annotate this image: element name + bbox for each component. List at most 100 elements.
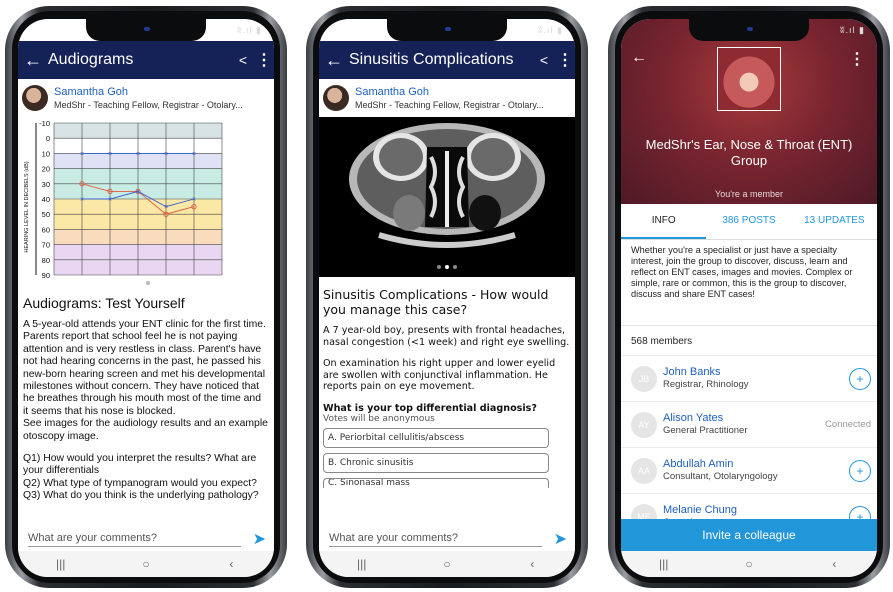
- phone-audiograms: ʬ.ıl ▮ ← Audiograms < ⋮ Samantha Goh Med…: [5, 6, 287, 588]
- avatar[interactable]: [22, 85, 48, 111]
- group-header: ← ⋮ MedShr's Ear, Nose & Throat (ENT) Gr…: [621, 19, 877, 204]
- question-3: Q3) What do you think is the underlying …: [23, 490, 259, 502]
- back-icon[interactable]: ‹: [814, 557, 854, 571]
- post-paragraph: A 5-year-old attends your ENT clinic for…: [23, 319, 266, 417]
- member-name[interactable]: Abdullah Amin: [663, 458, 849, 471]
- app-bar: ← Sinusitis Complications < ⋮: [319, 41, 575, 79]
- connected-label: Connected: [825, 419, 871, 430]
- tick-label: 20: [42, 165, 50, 174]
- member-list: JB John Banks Registrar, Rhinology + AY A…: [621, 355, 877, 539]
- member-name[interactable]: Alison Yates: [663, 412, 825, 425]
- post-content: Audiograms: Test Yourself A 5-year-old a…: [18, 291, 274, 527]
- more-menu-icon[interactable]: ⋮: [254, 50, 274, 70]
- carousel-dot: [138, 281, 142, 285]
- poll-option-b[interactable]: B. Chronic sinusitis: [323, 452, 549, 473]
- audiogram-image[interactable]: -10 0 10 20 30 40 50 60 70 80 90 HEARING LEVEL IN D…: [18, 117, 274, 289]
- add-contact-icon[interactable]: +: [849, 459, 871, 482]
- member-role: General Practitioner: [663, 425, 748, 436]
- author-name[interactable]: Samantha Goh: [54, 86, 243, 99]
- member-role: Consultant, Otolaryngology: [663, 471, 778, 482]
- tick-label: 50: [42, 210, 50, 219]
- data-point: ×: [192, 197, 196, 204]
- more-menu-icon[interactable]: ⋮: [849, 49, 865, 69]
- invite-colleague-button[interactable]: Invite a colleague: [621, 519, 877, 551]
- question-2: Q2) What type of tympanogram would you e…: [23, 477, 257, 489]
- list-item[interactable]: AA Abdullah Amin Consultant, Otolaryngolo…: [621, 447, 877, 493]
- share-icon[interactable]: <: [232, 52, 254, 68]
- phone-ent-group: ← ⋮ MedShr's Ear, Nose & Throat (ENT) Gr…: [608, 6, 890, 588]
- comment-input[interactable]: What are your comments?: [28, 532, 241, 547]
- phone-sinusitis: ʬ.ıl ▮ ← Sinusitis Complications < ⋮ Sam…: [306, 6, 588, 588]
- send-icon[interactable]: ➤: [554, 529, 567, 549]
- data-point: ×: [108, 151, 112, 158]
- question-1: Q1) How would you interpret the results?…: [23, 453, 257, 477]
- screen-ent-group: ← ⋮ MedShr's Ear, Nose & Throat (ENT) Gr…: [621, 19, 877, 577]
- comment-input[interactable]: What are your comments?: [329, 532, 542, 547]
- share-icon[interactable]: <: [533, 52, 555, 68]
- post-paragraph: See images for the audiology results and…: [23, 418, 268, 442]
- post-content: Sinusitis Complications - How would you …: [319, 281, 575, 527]
- back-arrow-icon[interactable]: ←: [18, 51, 48, 69]
- more-menu-icon[interactable]: ⋮: [555, 50, 575, 70]
- poll-option-c[interactable]: C. Sinonasal mass: [323, 477, 549, 488]
- group-thumbnail[interactable]: [717, 47, 781, 111]
- y-axis-label: HEARING LEVEL IN DECIBELS (dB): [24, 161, 30, 252]
- audiogram-chart: -10 0 10 20 30 40 50 60 70 80 90 HEARING LEVEL IN D…: [24, 119, 223, 285]
- comment-bar: What are your comments? ➤: [319, 527, 575, 551]
- author-row[interactable]: Samantha Goh MedShr - Teaching Fellow, R…: [18, 79, 274, 117]
- tab-info[interactable]: INFO: [621, 204, 707, 239]
- avatar[interactable]: [323, 85, 349, 111]
- author-role: MedShr - Teaching Fellow, Registrar - Ot…: [54, 99, 243, 110]
- home-icon[interactable]: ○: [126, 557, 166, 571]
- back-icon[interactable]: ‹: [211, 557, 251, 571]
- comment-bar: What are your comments? ➤: [18, 527, 274, 551]
- ct-scan-graphic: [319, 117, 575, 277]
- system-nav-bar: ||| ○ ‹: [621, 551, 877, 577]
- back-arrow-icon[interactable]: ←: [631, 49, 647, 67]
- membership-status: You're a member: [715, 189, 783, 199]
- data-point: ×: [136, 151, 140, 158]
- notch: [86, 19, 206, 41]
- member-name[interactable]: Melanie Chung: [663, 504, 849, 517]
- recent-apps-icon[interactable]: |||: [342, 557, 382, 571]
- tick-label: 40: [42, 195, 50, 204]
- carousel-dot: [146, 281, 150, 285]
- tab-updates[interactable]: 13 UPDATES: [792, 204, 877, 239]
- tick-label: 90: [42, 271, 50, 280]
- tick-label: 80: [42, 256, 50, 265]
- author-name[interactable]: Samantha Goh: [355, 86, 544, 99]
- tick-label: 0: [46, 134, 50, 143]
- system-nav-bar: ||| ○ ‹: [319, 551, 575, 577]
- recent-apps-icon[interactable]: |||: [41, 557, 81, 571]
- poll-note: Votes will be anonymous: [323, 413, 435, 424]
- home-icon[interactable]: ○: [427, 557, 467, 571]
- data-point: ×: [164, 204, 168, 211]
- data-point: ×: [192, 151, 196, 158]
- post-heading: Sinusitis Complications - How would you …: [323, 287, 549, 317]
- send-icon[interactable]: ➤: [253, 529, 266, 549]
- home-icon[interactable]: ○: [729, 557, 769, 571]
- member-count: 568 members: [621, 325, 877, 355]
- member-name[interactable]: John Banks: [663, 366, 849, 379]
- page-title: Audiograms: [48, 51, 134, 68]
- avatar: AA: [631, 457, 657, 484]
- add-contact-icon[interactable]: +: [849, 367, 871, 390]
- recent-apps-icon[interactable]: |||: [644, 557, 684, 571]
- system-nav-bar: ||| ○ ‹: [18, 551, 274, 577]
- tick-label: 70: [42, 241, 50, 250]
- data-point: ×: [136, 189, 140, 196]
- tab-posts[interactable]: 386 POSTS: [706, 204, 791, 239]
- list-item[interactable]: JB John Banks Registrar, Rhinology +: [621, 355, 877, 401]
- post-heading: Audiograms: Test Yourself: [23, 295, 185, 311]
- author-row[interactable]: Samantha Goh MedShr - Teaching Fellow, R…: [319, 79, 575, 117]
- post-paragraph: A 7 year-old boy, presents with frontal …: [323, 325, 570, 348]
- poll-option-a[interactable]: A. Periorbital cellulitis/abscess: [323, 427, 549, 448]
- app-bar: ← Audiograms < ⋮: [18, 41, 274, 79]
- poll-question: What is your top differential diagnosis?: [323, 402, 537, 414]
- tick-label: 30: [42, 180, 50, 189]
- list-item[interactable]: AY Alison Yates General Practitioner Conn…: [621, 401, 877, 447]
- back-icon[interactable]: ‹: [512, 557, 552, 571]
- ct-scan-image[interactable]: [319, 117, 575, 277]
- back-arrow-icon[interactable]: ←: [319, 51, 349, 69]
- data-point: ×: [80, 151, 84, 158]
